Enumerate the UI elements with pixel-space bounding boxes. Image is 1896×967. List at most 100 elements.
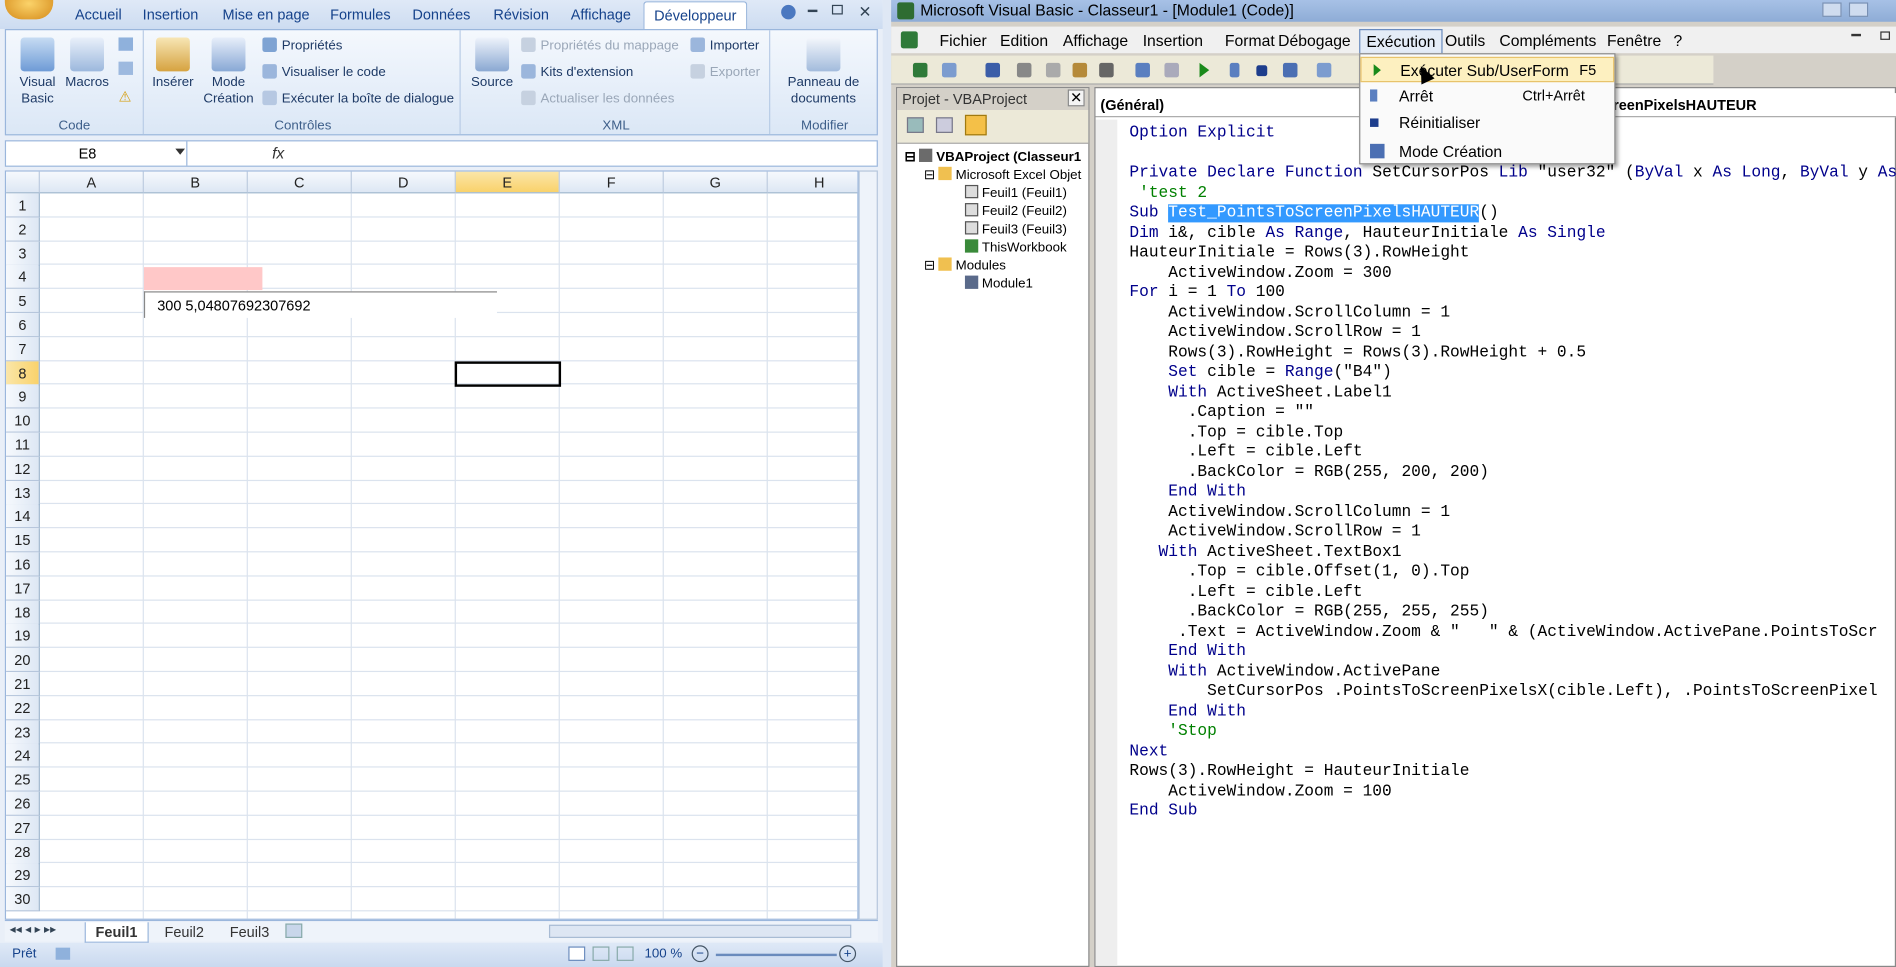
menu-outils[interactable]: Outils bbox=[1445, 31, 1485, 49]
macros-button[interactable]: Macros bbox=[64, 37, 110, 90]
row-header-16[interactable]: 16 bbox=[6, 552, 40, 577]
row-header-10[interactable]: 10 bbox=[6, 408, 40, 433]
design-mode-icon[interactable] bbox=[1282, 62, 1298, 78]
menu-execution[interactable]: Exécution bbox=[1359, 29, 1443, 55]
relative-reference-icon[interactable] bbox=[118, 61, 134, 75]
spreadsheet-grid[interactable]: ABCDEFGH 1 2 3 4 5 6 7 8 9 10 11 12 13 14 15 16 17 18 19 20… bbox=[4, 170, 859, 920]
copy-icon[interactable] bbox=[1045, 62, 1061, 78]
row-header-13[interactable]: 13 bbox=[6, 480, 40, 505]
child-minimize-icon[interactable] bbox=[1851, 33, 1861, 37]
menu-insertion[interactable]: Insertion bbox=[1143, 31, 1203, 49]
row-header-23[interactable]: 23 bbox=[6, 719, 40, 745]
tree-excel-objects[interactable]: ⊟ Microsoft Excel Objet bbox=[924, 166, 1081, 183]
code-line[interactable]: .Top = cible.Top bbox=[1129, 424, 1343, 443]
select-all-corner[interactable] bbox=[6, 171, 40, 194]
menu-debogage[interactable]: Débogage bbox=[1278, 31, 1351, 49]
row-header-21[interactable]: 21 bbox=[6, 672, 40, 697]
tab-formules[interactable]: Formules bbox=[330, 6, 390, 23]
code-line[interactable]: .Caption = "" bbox=[1129, 404, 1314, 423]
code-line[interactable]: Sub Test_PointsToScreenPixelsHAUTEUR() bbox=[1129, 204, 1499, 223]
code-line[interactable]: .Left = cible.Left bbox=[1129, 444, 1363, 463]
code-line[interactable]: End Sub bbox=[1129, 803, 1197, 822]
redo-icon[interactable] bbox=[1164, 62, 1179, 78]
visual-basic-button[interactable]: Visual Basic bbox=[13, 37, 61, 107]
code-line[interactable]: End With bbox=[1129, 643, 1246, 662]
macro-security-icon[interactable]: ⚠ bbox=[119, 88, 132, 105]
minimize-icon[interactable] bbox=[807, 9, 818, 13]
insert-userform-icon[interactable] bbox=[941, 62, 957, 78]
row-header-1[interactable]: 1 bbox=[6, 193, 40, 218]
tree-feuil2[interactable]: Feuil2 (Feuil2) bbox=[964, 203, 1067, 219]
menu-affichage[interactable]: Affichage bbox=[1063, 31, 1128, 49]
formula-input[interactable] bbox=[291, 143, 871, 165]
stop-icon[interactable] bbox=[1256, 65, 1268, 77]
row-header-24[interactable]: 24 bbox=[6, 743, 40, 769]
tab-developpeur[interactable]: Développeur bbox=[643, 1, 748, 31]
row-header-6[interactable]: 6 bbox=[6, 313, 40, 338]
code-line[interactable]: With ActiveSheet.Label1 bbox=[1129, 384, 1392, 403]
paste-icon[interactable] bbox=[1072, 62, 1088, 78]
menu-fenetre[interactable]: Fenêtre bbox=[1607, 31, 1661, 49]
code-line[interactable]: Dim i&, cible As Range, HauteurInitiale … bbox=[1129, 224, 1605, 243]
row-header-17[interactable]: 17 bbox=[6, 576, 40, 601]
office-button[interactable] bbox=[4, 0, 54, 20]
code-line[interactable]: .BackColor = RGB(255, 255, 255) bbox=[1129, 603, 1489, 622]
kits-extension-button[interactable]: Kits d'extension bbox=[521, 64, 633, 80]
code-line[interactable]: SetCursorPos .PointsToScreenPixelsX(cibl… bbox=[1129, 683, 1877, 702]
panneau-documents-button[interactable]: Panneau de documents bbox=[775, 37, 872, 107]
name-box-dropdown-icon[interactable] bbox=[175, 148, 186, 155]
new-sheet-icon[interactable] bbox=[285, 923, 303, 938]
run-icon[interactable] bbox=[1199, 62, 1210, 78]
toggle-folders-icon[interactable] bbox=[964, 114, 987, 136]
source-button[interactable]: Source bbox=[468, 37, 516, 90]
menu-format[interactable]: Format bbox=[1225, 31, 1275, 49]
menu-edition[interactable]: Edition bbox=[1000, 31, 1048, 49]
code-line[interactable]: Set cible = Range("B4") bbox=[1129, 364, 1392, 383]
sheet-tab-feuil3[interactable]: Feuil3 bbox=[220, 922, 279, 941]
row-header-12[interactable]: 12 bbox=[6, 456, 40, 481]
record-macro-icon[interactable] bbox=[118, 37, 134, 51]
row-header-18[interactable]: 18 bbox=[6, 600, 40, 625]
menu-item-mode-creation[interactable]: Mode Création bbox=[1360, 139, 1614, 164]
column-header-h[interactable]: H bbox=[767, 171, 858, 194]
zoom-slider[interactable] bbox=[715, 953, 837, 957]
row-header-15[interactable]: 15 bbox=[6, 528, 40, 553]
sheet-tab-feuil1[interactable]: Feuil1 bbox=[84, 922, 149, 943]
menu-item-arret[interactable]: Arrêt Ctrl+Arrêt bbox=[1360, 83, 1614, 108]
column-header-f[interactable]: F bbox=[559, 171, 664, 194]
menu-complements[interactable]: Compléments bbox=[1499, 31, 1596, 49]
row-header-26[interactable]: 26 bbox=[6, 791, 40, 816]
column-header-e[interactable]: E bbox=[455, 171, 560, 194]
row-header-5[interactable]: 5 bbox=[6, 289, 40, 314]
cut-icon[interactable] bbox=[1016, 62, 1032, 78]
vertical-scrollbar[interactable] bbox=[858, 170, 878, 920]
macro-record-icon[interactable] bbox=[55, 947, 71, 960]
row-header-3[interactable]: 3 bbox=[6, 241, 40, 266]
row-header-4[interactable]: 4 bbox=[6, 265, 40, 290]
child-restore-icon[interactable] bbox=[1880, 31, 1890, 40]
row-header-8[interactable]: 8 bbox=[6, 360, 40, 386]
column-header-b[interactable]: B bbox=[143, 171, 248, 194]
code-line[interactable]: With ActiveSheet.TextBox1 bbox=[1129, 543, 1402, 562]
tab-insertion[interactable]: Insertion bbox=[143, 6, 199, 23]
vbe-restore-icon[interactable] bbox=[1848, 2, 1869, 17]
importer-button[interactable]: Importer bbox=[690, 37, 759, 53]
inserer-button[interactable]: Insérer bbox=[149, 37, 197, 90]
column-header-g[interactable]: G bbox=[663, 171, 768, 194]
code-line[interactable]: .Top = cible.Offset(1, 0).Top bbox=[1129, 563, 1470, 582]
save-icon[interactable] bbox=[985, 62, 1001, 78]
code-line[interactable]: .Text = ActiveWindow.Zoom & " " & (Activ… bbox=[1129, 623, 1878, 642]
visualiser-code-button[interactable]: Visualiser le code bbox=[262, 64, 386, 80]
code-line[interactable]: Rows(3).RowHeight = Rows(3).RowHeight + … bbox=[1129, 344, 1586, 363]
code-line[interactable]: ActiveWindow.Zoom = 100 bbox=[1129, 783, 1391, 802]
menu-item-reinitialiser[interactable]: Réinitialiser bbox=[1360, 110, 1614, 135]
procedure-combo[interactable]: reenPixelsHAUTEUR bbox=[1613, 97, 1757, 114]
actualiser-donnees-button[interactable]: Actualiser les données bbox=[521, 90, 674, 106]
proprietes-mappage-button[interactable]: Propriétés du mappage bbox=[521, 37, 679, 53]
code-line[interactable]: ActiveWindow.ScrollColumn = 1 bbox=[1129, 304, 1450, 323]
tree-thisworkbook[interactable]: ThisWorkbook bbox=[964, 239, 1067, 255]
column-header-a[interactable]: A bbox=[39, 171, 144, 194]
tree-feuil1[interactable]: Feuil1 (Feuil1) bbox=[964, 184, 1067, 201]
zoom-in-icon[interactable]: + bbox=[839, 945, 857, 963]
row-header-9[interactable]: 9 bbox=[6, 384, 40, 410]
